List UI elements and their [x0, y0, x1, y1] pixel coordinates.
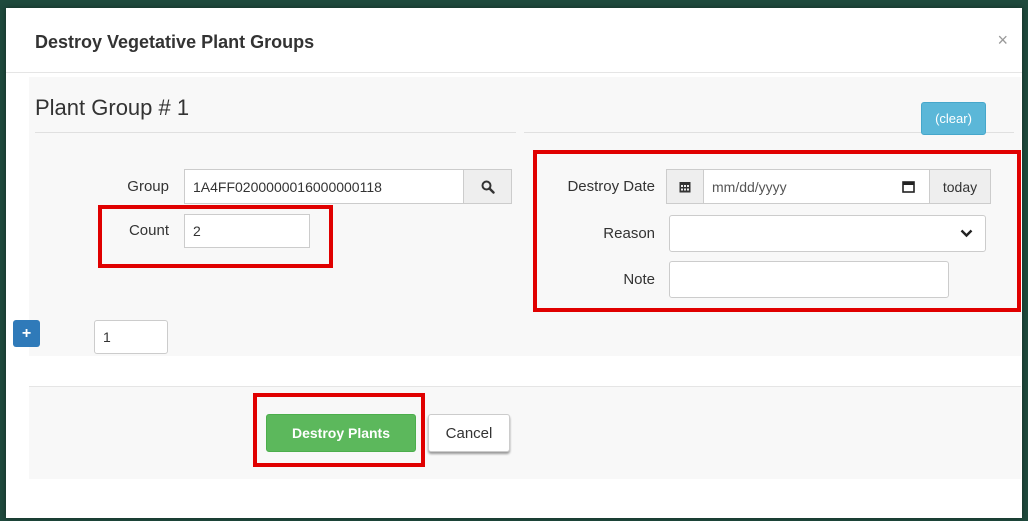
reason-select[interactable]: [669, 215, 986, 252]
destroy-date-input[interactable]: mm/dd/yyyy: [703, 169, 930, 204]
search-icon: [481, 180, 495, 194]
chevron-down-icon: [960, 229, 973, 238]
note-label: Note: [623, 271, 655, 288]
plant-group-title: Plant Group # 1: [35, 95, 190, 120]
count-label: Count: [128, 222, 169, 239]
group-search-button[interactable]: [463, 169, 512, 204]
close-icon[interactable]: ×: [997, 30, 1008, 51]
add-group-quantity-input[interactable]: 1: [94, 320, 168, 354]
cancel-button[interactable]: Cancel: [428, 414, 510, 452]
destroy-date-label: Destroy Date: [567, 178, 655, 195]
modal-title: Destroy Vegetative Plant Groups: [35, 32, 315, 52]
count-input[interactable]: 2: [184, 214, 310, 248]
destroy-date-placeholder: mm/dd/yyyy: [712, 178, 787, 195]
clear-button[interactable]: (clear): [921, 102, 986, 135]
today-button[interactable]: today: [929, 169, 991, 204]
modal-header: Destroy Vegetative Plant Groups ×: [6, 8, 1022, 73]
add-group-button[interactable]: +: [13, 320, 40, 347]
calendar-addon: [666, 169, 704, 204]
note-input[interactable]: [669, 261, 949, 298]
group-label: Group: [127, 178, 169, 195]
modal-footer: [29, 387, 1021, 479]
reason-label: Reason: [603, 225, 655, 242]
group-input[interactable]: 1A4FF0200000016000000118: [184, 169, 464, 204]
date-picker-icon[interactable]: [902, 181, 915, 193]
divider: [35, 132, 516, 133]
destroy-plants-button[interactable]: Destroy Plants: [266, 414, 416, 452]
add-group-strip: [29, 310, 1021, 354]
calendar-icon: [679, 181, 691, 192]
